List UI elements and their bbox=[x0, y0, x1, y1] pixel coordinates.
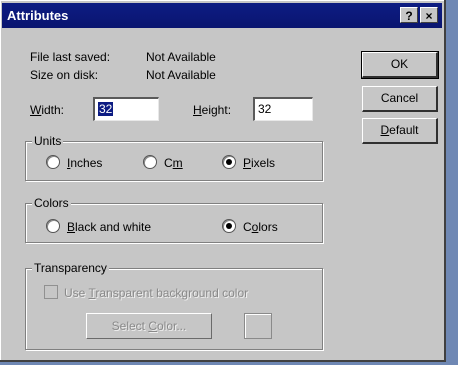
units-group: Units Inches Cm Pixels bbox=[25, 134, 323, 181]
radio-pixels[interactable]: Pixels bbox=[222, 155, 275, 170]
size-on-disk-label: Size on disk: bbox=[30, 68, 99, 82]
radio-cm[interactable]: Cm bbox=[143, 155, 183, 170]
radio-button-selected-icon[interactable] bbox=[222, 219, 236, 233]
ok-button[interactable]: OK bbox=[361, 51, 439, 79]
file-saved-value: Not Available bbox=[146, 50, 216, 64]
title-bar[interactable]: Attributes ? × bbox=[2, 3, 442, 28]
width-value: 32 bbox=[98, 102, 114, 116]
colors-group: Colors Black and white Colors bbox=[25, 196, 323, 243]
color-swatch bbox=[244, 313, 272, 339]
transparency-legend: Transparency bbox=[32, 261, 109, 275]
radio-inches[interactable]: Inches bbox=[46, 155, 102, 170]
cancel-button[interactable]: Cancel bbox=[362, 86, 438, 112]
select-color-button[interactable]: Select Color... bbox=[86, 313, 212, 339]
radio-button-icon[interactable] bbox=[143, 155, 157, 169]
close-icon[interactable]: × bbox=[420, 7, 438, 23]
height-input[interactable]: 32 bbox=[253, 97, 313, 121]
width-label: Width: bbox=[30, 103, 65, 117]
radio-black-and-white[interactable]: Black and white bbox=[46, 219, 151, 234]
window-title: Attributes bbox=[7, 8, 69, 23]
height-label: Height: bbox=[193, 103, 232, 117]
transparency-group: Transparency Use Transparent background … bbox=[25, 261, 323, 350]
attributes-dialog: Attributes ? × File last saved: Not Avai… bbox=[0, 0, 446, 362]
radio-button-icon[interactable] bbox=[46, 155, 60, 169]
default-button[interactable]: Default bbox=[362, 118, 438, 144]
size-on-disk-value: Not Available bbox=[146, 68, 216, 82]
width-input[interactable]: 32 bbox=[93, 97, 159, 121]
colors-legend: Colors bbox=[32, 196, 71, 210]
transparent-bg-checkbox[interactable]: Use Transparent background color bbox=[44, 285, 248, 300]
radio-button-selected-icon[interactable] bbox=[222, 155, 236, 169]
units-legend: Units bbox=[32, 134, 64, 148]
help-icon[interactable]: ? bbox=[400, 7, 418, 23]
radio-colors[interactable]: Colors bbox=[222, 219, 278, 234]
file-saved-label: File last saved: bbox=[30, 50, 111, 64]
checkbox-icon[interactable] bbox=[44, 285, 58, 299]
radio-button-icon[interactable] bbox=[46, 219, 60, 233]
